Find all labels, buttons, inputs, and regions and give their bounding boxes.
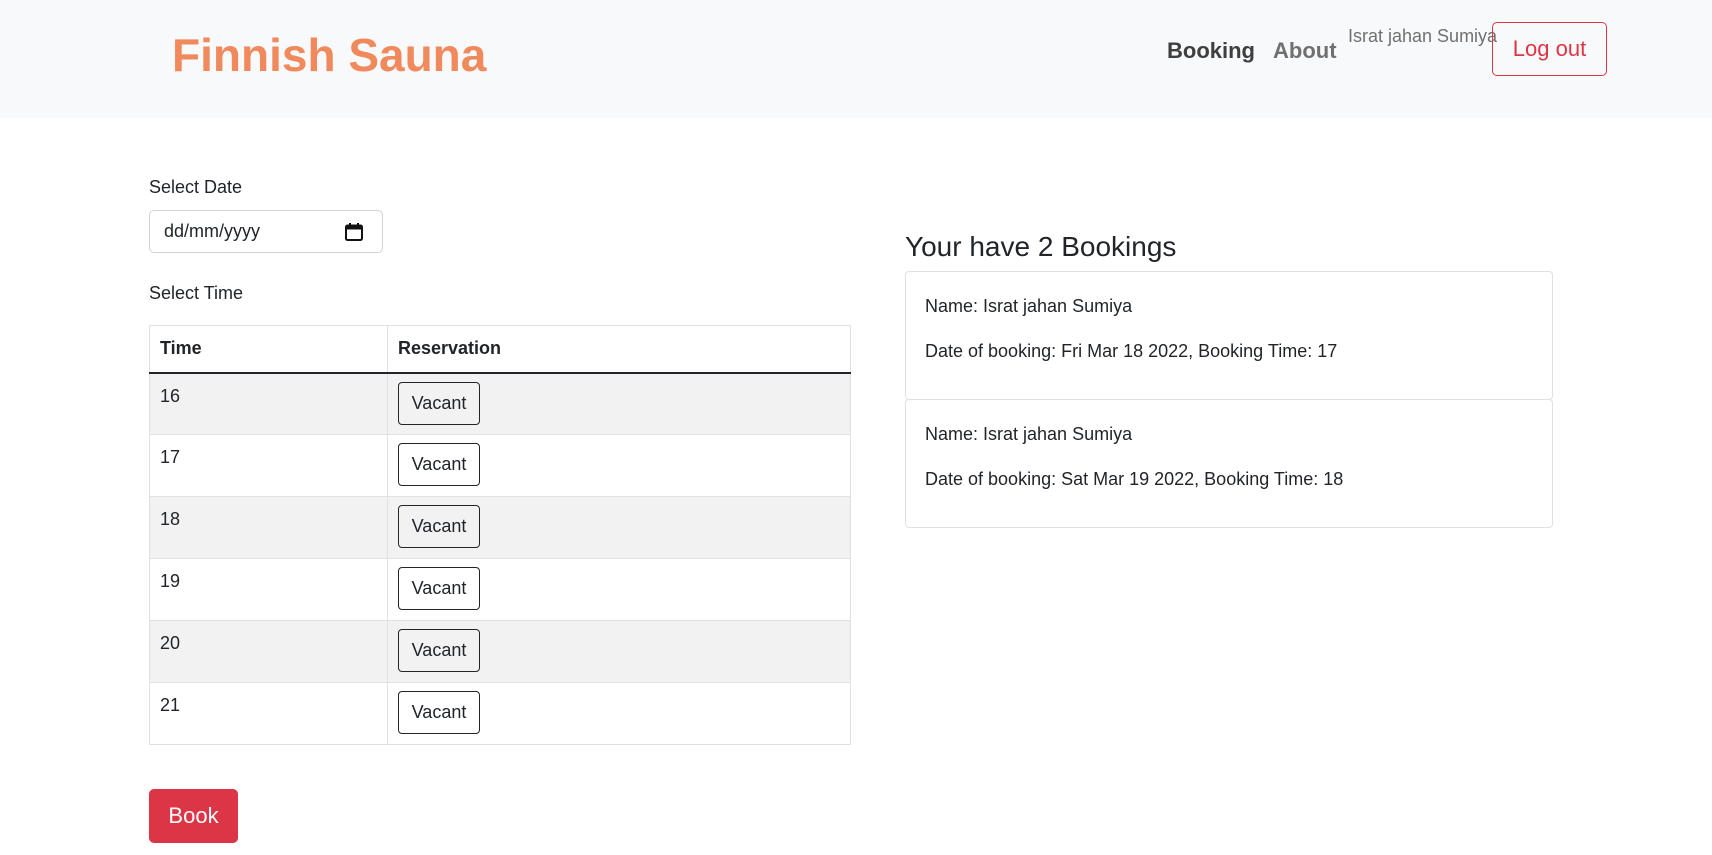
reservation-cell: Vacant	[387, 496, 851, 559]
time-cell: 19	[149, 558, 388, 621]
time-table: Time Reservation 16 Vacant 17 Vacant 18 …	[149, 325, 851, 745]
navbar: Finnish Sauna Booking About Israt jahan …	[0, 0, 1712, 118]
booking-name: Name: Israt jahan Sumiya	[925, 424, 1133, 444]
table-header-row: Time Reservation	[149, 325, 851, 374]
select-date-label: Select Date	[149, 177, 243, 197]
nav-link-about[interactable]: About	[1273, 36, 1337, 66]
booking-card: Name: Israt jahan Sumiya Date of booking…	[905, 271, 1553, 400]
vacant-button[interactable]: Vacant	[398, 567, 480, 610]
reservation-cell: Vacant	[387, 434, 851, 497]
book-button[interactable]: Book	[149, 789, 238, 843]
calendar-icon[interactable]	[344, 222, 364, 242]
reservation-cell: Vacant	[387, 558, 851, 621]
vacant-button[interactable]: Vacant	[398, 691, 480, 734]
bookings-title: Your have 2 Bookings	[905, 231, 1177, 262]
table-row: 18 Vacant	[149, 496, 851, 559]
reservation-cell: Vacant	[387, 372, 851, 435]
nav-link-booking[interactable]: Booking	[1167, 36, 1255, 66]
time-cell: 20	[149, 620, 388, 683]
column-header-time: Time	[149, 325, 388, 374]
time-cell: 17	[149, 434, 388, 497]
vacant-button[interactable]: Vacant	[398, 629, 480, 672]
logout-button[interactable]: Log out	[1492, 22, 1607, 76]
vacant-button[interactable]: Vacant	[398, 505, 480, 548]
column-header-reservation: Reservation	[387, 325, 851, 374]
reservation-cell: Vacant	[387, 682, 851, 745]
table-row: 16 Vacant	[149, 372, 851, 435]
vacant-button[interactable]: Vacant	[398, 381, 480, 425]
table-row: 20 Vacant	[149, 620, 851, 683]
time-cell: 18	[149, 496, 388, 559]
date-input[interactable]: dd/mm/yyyy	[149, 210, 383, 253]
booking-details: Date of booking: Fri Mar 18 2022, Bookin…	[925, 341, 1338, 361]
table-row: 21 Vacant	[149, 682, 851, 745]
vacant-button[interactable]: Vacant	[398, 443, 480, 486]
time-cell: 16	[149, 372, 388, 435]
booking-card: Name: Israt jahan Sumiya Date of booking…	[905, 399, 1553, 528]
brand-logo[interactable]: Finnish Sauna	[172, 26, 486, 84]
time-cell: 21	[149, 682, 388, 745]
table-row: 17 Vacant	[149, 434, 851, 497]
booking-name: Name: Israt jahan Sumiya	[925, 296, 1133, 316]
booking-details: Date of booking: Sat Mar 19 2022, Bookin…	[925, 469, 1344, 489]
select-time-label: Select Time	[149, 283, 244, 303]
username-label: Israt jahan Sumiya	[1348, 26, 1498, 46]
date-input-placeholder: dd/mm/yyyy	[164, 221, 261, 241]
table-row: 19 Vacant	[149, 558, 851, 621]
reservation-cell: Vacant	[387, 620, 851, 683]
